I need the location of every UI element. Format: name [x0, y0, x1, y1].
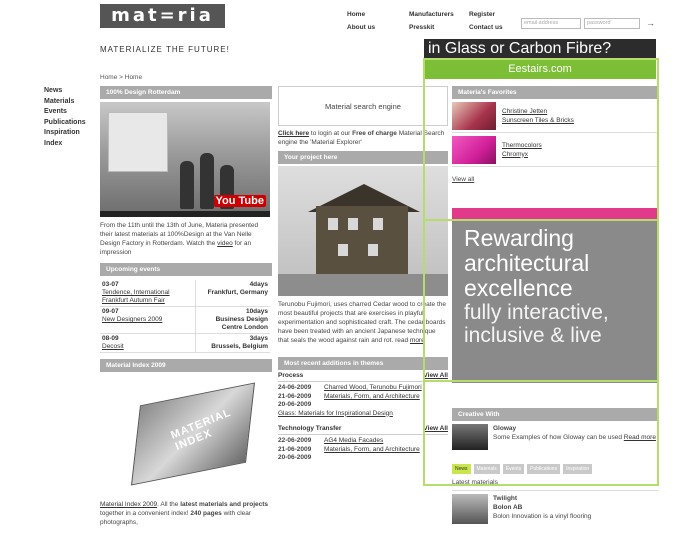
- event-row: 08-09 Decosit 3days Brussels, Belgium: [100, 333, 270, 353]
- tech-link[interactable]: AG4 Media Facades: [324, 437, 383, 444]
- house-window: [328, 218, 338, 230]
- nav-manufacturers[interactable]: Manufacturers: [409, 11, 454, 18]
- house-body: [316, 206, 408, 276]
- index-description: Material Index 2009. All the latest mate…: [100, 501, 269, 526]
- video-controls[interactable]: [100, 211, 270, 217]
- latest-description: Bolon Innovation is a vinyl flooring: [493, 513, 592, 520]
- nav-presskit[interactable]: Presskit: [409, 24, 434, 31]
- event-link[interactable]: Tendence, International Frankfurt Autumn…: [102, 289, 170, 304]
- nav-contact-us[interactable]: Contact us: [469, 24, 503, 31]
- process-link[interactable]: Glass: Materials for Inspirational Desig…: [278, 410, 393, 417]
- latest-item: Twilight Bolon AB Bolon Innovation is a …: [452, 490, 658, 524]
- materia-logo[interactable]: mat=ria: [100, 4, 225, 28]
- highlight-frame: [423, 380, 659, 486]
- house-window: [348, 218, 358, 230]
- event-link[interactable]: New Designers 2009: [102, 316, 162, 323]
- house-window: [368, 244, 378, 256]
- nav-home[interactable]: Home: [347, 11, 365, 18]
- event-row: 03-07 Tendence, International Frankfurt A…: [100, 280, 270, 307]
- ad-banner-headline[interactable]: in Glass or Carbon Fibre?: [424, 39, 656, 59]
- events-table: 03-07 Tendence, International Frankfurt A…: [100, 280, 270, 353]
- login-link[interactable]: Click here: [278, 130, 309, 137]
- sidebar-item-inspiration[interactable]: Inspiration: [44, 128, 86, 139]
- email-input[interactable]: email address: [521, 18, 581, 29]
- visitor-figure: [200, 153, 214, 209]
- sidebar-item-events[interactable]: Events: [44, 107, 86, 118]
- highlight-frame: [423, 219, 659, 382]
- latest-company: Bolon AB: [493, 504, 523, 511]
- design-video-thumbnail[interactable]: You Tube: [100, 102, 270, 217]
- youtube-logo: You Tube: [213, 195, 266, 207]
- latest-name: Twilight: [493, 495, 518, 502]
- event-row: 09-07 New Designers 2009 10days Business D…: [100, 306, 270, 334]
- sidebar-item-news[interactable]: News: [44, 86, 86, 97]
- breadcrumb: Home > Home: [100, 74, 143, 81]
- design-description: From the 11th until the 13th of June, Ma…: [100, 222, 259, 256]
- sidebar-item-materials[interactable]: Materials: [44, 97, 86, 108]
- sidebar-item-publications[interactable]: Publications: [44, 118, 86, 129]
- house-window: [338, 244, 348, 256]
- material-index-book-image[interactable]: MATERIAL INDEX: [100, 375, 270, 500]
- index-link[interactable]: Material Index 2009: [100, 501, 157, 508]
- sidebar-item-index[interactable]: Index: [44, 139, 86, 150]
- house-window: [373, 218, 383, 230]
- process-link[interactable]: Materials, Form, and Architecture: [324, 393, 420, 400]
- tagline: MATERIALIZE THE FUTURE!: [100, 45, 230, 54]
- latest-thumbnail[interactable]: [452, 494, 488, 524]
- sidebar-nav: News Materials Events Publications Inspi…: [44, 86, 86, 149]
- password-input[interactable]: password: [584, 18, 640, 29]
- tech-link[interactable]: Materials, Form, and Architecture: [324, 446, 420, 453]
- nav-about-us[interactable]: About us: [347, 24, 375, 31]
- event-link[interactable]: Decosit: [102, 343, 124, 350]
- events-section-title: Upcoming events: [100, 263, 272, 276]
- exhibit-shelf: [108, 112, 168, 172]
- left-column: 100% Design Rotterdam You Tube From the …: [100, 86, 272, 527]
- nav-register[interactable]: Register: [469, 11, 495, 18]
- highlight-frame: [423, 58, 659, 221]
- arrow-right-icon[interactable]: →: [646, 18, 655, 28]
- index-section-title: Material Index 2009: [100, 359, 272, 372]
- design-section-title: 100% Design Rotterdam: [100, 86, 272, 99]
- video-link[interactable]: video: [217, 240, 233, 247]
- visitor-figure: [180, 161, 194, 209]
- process-link[interactable]: Charred Wood, Terunobu Fujimori: [324, 384, 422, 391]
